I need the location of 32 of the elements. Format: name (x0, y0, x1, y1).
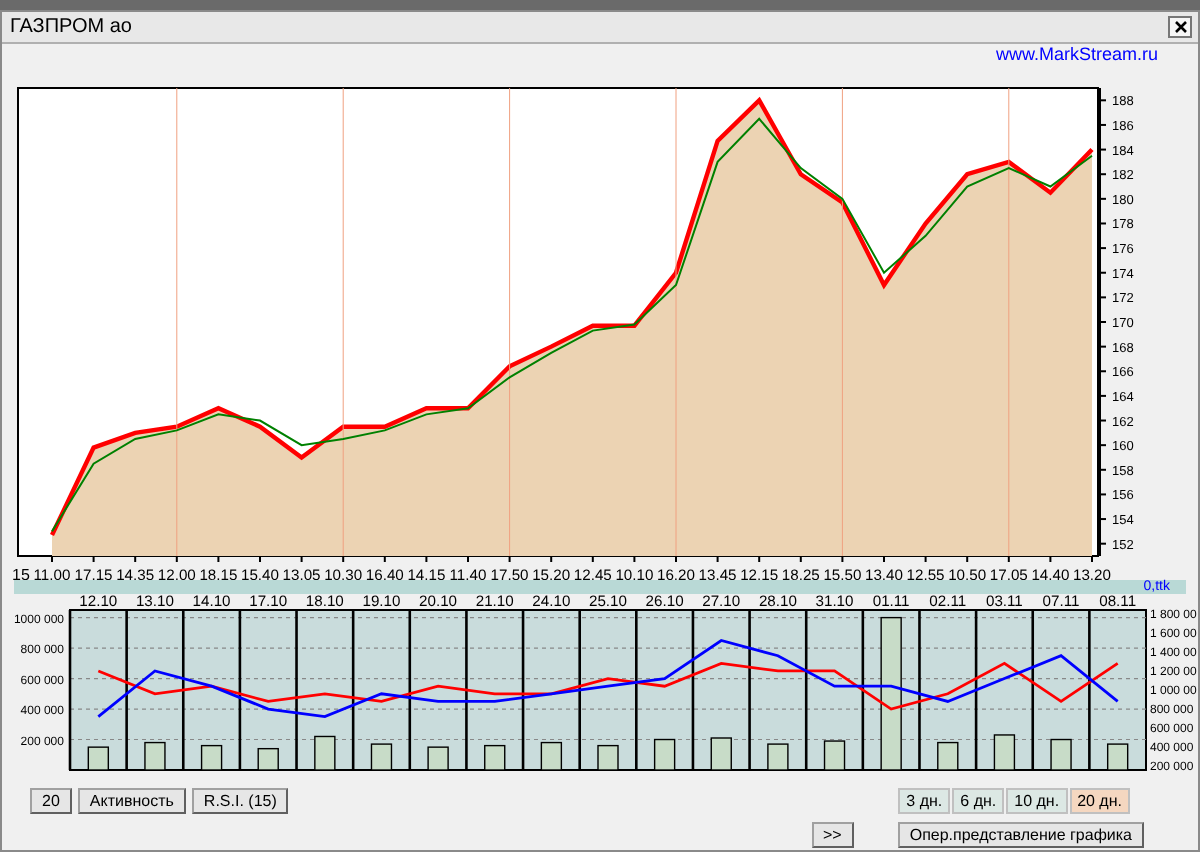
period-button[interactable]: 3 дн. (898, 787, 951, 813)
volume-bar (314, 735, 336, 771)
volume-bar (427, 746, 449, 771)
close-button[interactable] (1168, 16, 1192, 38)
volume-bar (597, 744, 619, 771)
close-icon (1173, 20, 1187, 34)
period-button[interactable]: 10 дн. (1006, 787, 1068, 813)
volume-bar (484, 744, 506, 771)
toolbar-button[interactable]: 20 (30, 787, 72, 813)
volume-bar (993, 734, 1016, 771)
volume-bar (257, 747, 279, 771)
mode-button[interactable]: Опер.представление графика (897, 821, 1144, 847)
volume-bar (653, 738, 676, 771)
volume-bar (200, 744, 223, 771)
axis-label: 15 (12, 566, 30, 580)
volume-bar (540, 741, 563, 771)
volume-bar (937, 741, 959, 771)
volume-bar (767, 743, 789, 771)
volume-bar (144, 741, 166, 771)
window-title: ГАЗПРОМ ао (10, 16, 132, 38)
scroll-button[interactable]: >> (811, 821, 854, 847)
volume-bar (1050, 738, 1072, 771)
toolbar-button[interactable]: R.S.I. (15) (191, 787, 289, 813)
volume-bar (823, 740, 846, 771)
period-button[interactable]: 6 дн. (952, 787, 1005, 813)
volume-bar (370, 743, 393, 771)
website-link[interactable]: www.MarkStream.ru (995, 44, 1158, 70)
period-button[interactable]: 20 дн. (1069, 787, 1130, 813)
toolbar-button[interactable]: Активность (77, 787, 186, 813)
volume-bar (710, 737, 732, 771)
volume-bar (1107, 743, 1129, 771)
volume-bar (87, 746, 109, 771)
